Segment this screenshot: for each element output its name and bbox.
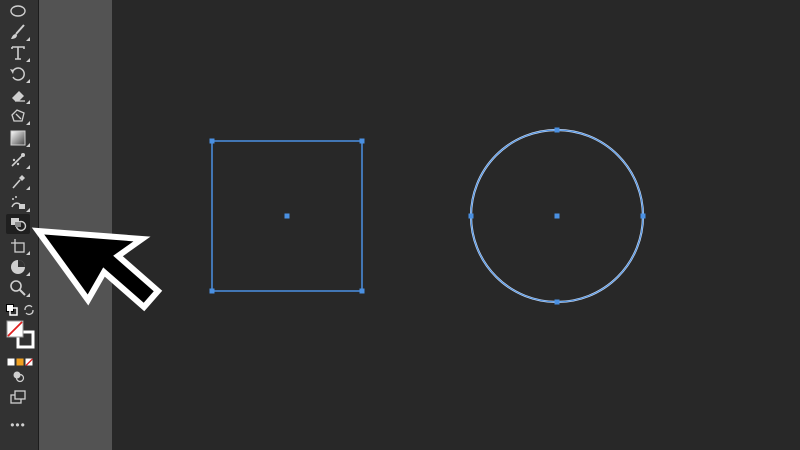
submenu-indicator: [26, 208, 30, 212]
symbol-sprayer-icon: [11, 196, 25, 209]
default-fill-stroke-button[interactable]: [6, 303, 18, 316]
gradient-icon: [10, 130, 26, 146]
shape-builder-icon: [11, 218, 27, 232]
rotate-icon: [10, 67, 25, 81]
paintbrush-tool[interactable]: [6, 22, 30, 42]
submenu-indicator: [26, 100, 30, 104]
rotate-tool[interactable]: [6, 64, 30, 84]
eraser-icon: [12, 91, 25, 102]
artboard-icon: [11, 239, 25, 253]
more-tools-icon: •••: [10, 418, 26, 432]
screen-mode-icon: [10, 390, 26, 404]
free-transform-tool[interactable]: [6, 106, 30, 126]
type-icon: [11, 46, 25, 60]
canvas-artwork: [209, 127, 646, 305]
submenu-indicator: [26, 143, 30, 147]
pointer-arrow-icon: [31, 227, 163, 312]
zoom-icon: [10, 280, 26, 296]
draw-mode-icon: [13, 371, 25, 383]
symbol-sprayer-tool[interactable]: [6, 193, 30, 213]
submenu-indicator: [26, 37, 30, 41]
gradient-tool[interactable]: [6, 128, 30, 148]
color-mode-buttons[interactable]: [7, 353, 33, 366]
paintbrush-icon: [11, 24, 25, 39]
slice-tool[interactable]: [6, 257, 30, 277]
screen-mode-button[interactable]: [6, 387, 30, 407]
draw-mode-button[interactable]: [6, 366, 30, 386]
free-transform-icon: [11, 109, 25, 122]
center-point: [554, 213, 560, 219]
submenu-indicator: [26, 79, 30, 83]
ellipse-icon: [10, 5, 26, 17]
fill-stroke-icon: [6, 320, 35, 349]
illustrator-window: •••: [0, 0, 800, 450]
eyedropper-icon: [12, 175, 25, 189]
submenu-indicator: [26, 165, 30, 169]
center-point: [284, 213, 290, 219]
default-colors-icon: [6, 304, 18, 316]
blend-icon: [11, 153, 25, 167]
artboard-tool[interactable]: [6, 236, 30, 256]
eyedropper-tool[interactable]: [6, 171, 30, 191]
color-modes-icon: [7, 358, 33, 366]
blend-tool[interactable]: [6, 150, 30, 170]
edit-toolbar-button[interactable]: •••: [6, 415, 30, 435]
submenu-indicator: [26, 121, 30, 125]
zoom-tool[interactable]: [6, 278, 30, 298]
submenu-indicator: [26, 186, 30, 190]
fill-stroke-swatches[interactable]: [6, 320, 36, 350]
ellipse-tool[interactable]: [6, 1, 30, 21]
circle-shape[interactable]: [468, 127, 646, 305]
shape-builder-tool[interactable]: [6, 214, 30, 234]
submenu-indicator: [26, 58, 30, 62]
square-shape[interactable]: [209, 138, 365, 294]
type-tool[interactable]: [6, 43, 30, 63]
eraser-tool[interactable]: [6, 85, 30, 105]
artboard-canvas[interactable]: [112, 0, 800, 450]
slice-icon: [11, 260, 25, 274]
